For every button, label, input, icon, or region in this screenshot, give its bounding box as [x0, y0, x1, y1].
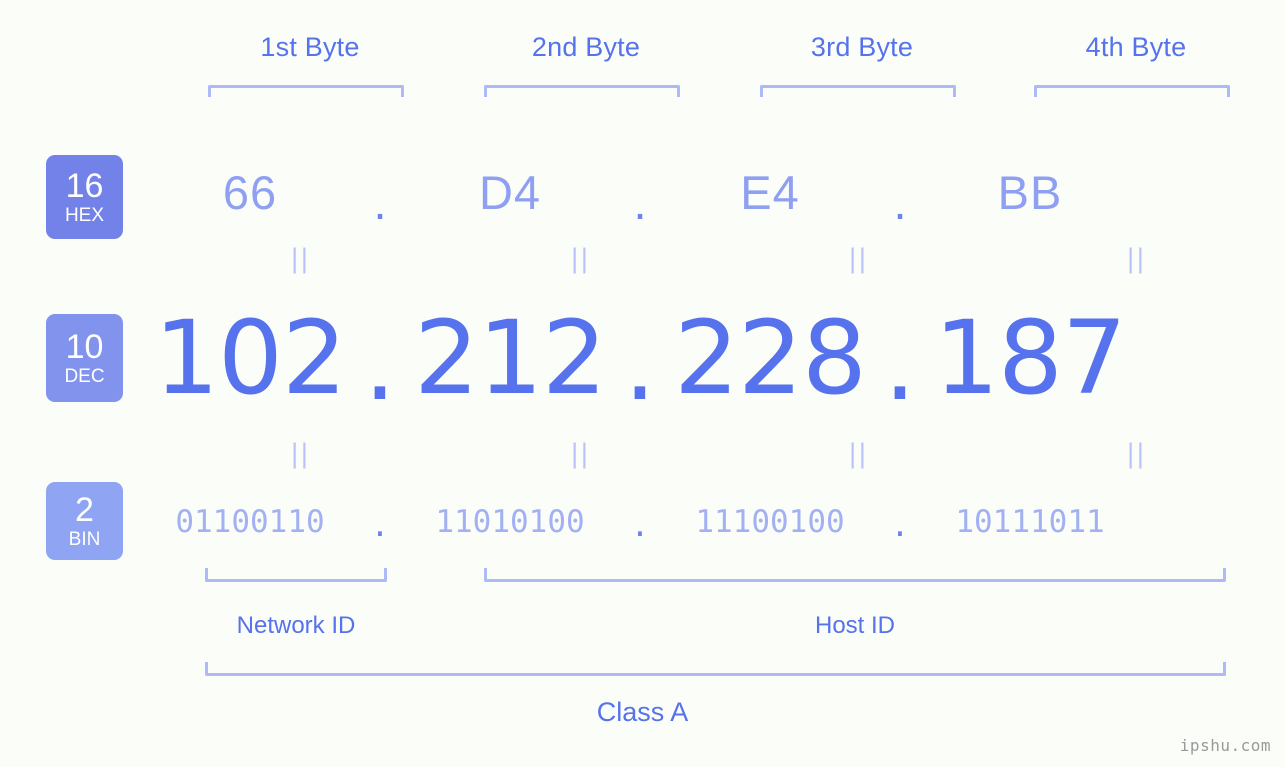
bin-value-row: 01100110 . 11010100 . 11100100 . 1011101…	[150, 495, 1255, 549]
bin-octet-2: 11010100	[435, 504, 585, 540]
host-id-label: Host ID	[814, 612, 895, 639]
base-badge-dec-number: 10	[65, 328, 104, 366]
dec-octet-3: 228	[674, 298, 867, 418]
hex-octet-3: E4	[740, 165, 800, 219]
network-id-bracket	[205, 568, 387, 582]
hex-octet-4: BB	[997, 165, 1063, 219]
base-badge-bin: 2 BIN	[46, 482, 123, 560]
equals-mark-dec-bin-1: ||	[290, 439, 310, 469]
base-badge-bin-number: 2	[75, 491, 94, 529]
dec-separator-2: .	[623, 304, 657, 424]
equals-mark-hex-dec-1: ||	[290, 244, 310, 274]
hex-separator-1: .	[373, 175, 387, 229]
byte-header-4: 4th Byte	[1085, 32, 1187, 62]
base-badge-hex: 16 HEX	[46, 155, 123, 239]
dec-octet-4: 187	[934, 298, 1127, 418]
network-id-label: Network ID	[236, 612, 356, 639]
equals-mark-dec-bin-3: ||	[848, 439, 868, 469]
byte-header-3: 3rd Byte	[810, 32, 914, 62]
dec-value-row: 102 . 212 . 228 . 187	[150, 296, 1255, 424]
dec-separator-3: .	[883, 304, 917, 424]
bin-octet-1: 01100110	[175, 504, 325, 540]
ip-address-diagram: 1st Byte 2nd Byte 3rd Byte 4th Byte 16 H…	[0, 0, 1285, 767]
dec-separator-1: .	[363, 304, 397, 424]
watermark-text: ipshu.com	[1179, 736, 1271, 755]
hex-octet-2: D4	[478, 165, 542, 219]
byte-bracket-4	[1034, 85, 1230, 97]
base-badge-hex-name: HEX	[64, 205, 105, 226]
byte-header-2: 2nd Byte	[531, 32, 641, 62]
byte-header-1: 1st Byte	[260, 32, 360, 62]
base-badge-dec-name: DEC	[64, 366, 105, 387]
bin-octet-3: 11100100	[695, 504, 845, 540]
class-label: Class A	[596, 697, 689, 727]
base-badge-bin-name: BIN	[68, 529, 101, 550]
equals-mark-hex-dec-2: ||	[570, 244, 590, 274]
equals-mark-hex-dec-4: ||	[1126, 244, 1146, 274]
host-id-bracket	[484, 568, 1226, 582]
equals-mark-dec-bin-2: ||	[570, 439, 590, 469]
hex-octet-1: 66	[222, 165, 278, 219]
class-bracket	[205, 662, 1226, 676]
hex-value-row: 66 . D4 . E4 . BB	[150, 152, 1255, 232]
bin-separator-3: .	[890, 508, 910, 544]
base-badge-dec: 10 DEC	[46, 314, 123, 402]
dec-octet-2: 212	[414, 298, 607, 418]
byte-bracket-1	[208, 85, 404, 97]
bin-separator-1: .	[370, 508, 390, 544]
bin-separator-2: .	[630, 508, 650, 544]
equals-mark-hex-dec-3: ||	[848, 244, 868, 274]
bin-octet-4: 10111011	[955, 504, 1105, 540]
byte-bracket-3	[760, 85, 956, 97]
dec-octet-1: 102	[154, 298, 347, 418]
base-badge-hex-number: 16	[65, 167, 104, 205]
byte-bracket-2	[484, 85, 680, 97]
hex-separator-2: .	[633, 175, 647, 229]
hex-separator-3: .	[893, 175, 907, 229]
equals-mark-dec-bin-4: ||	[1126, 439, 1146, 469]
